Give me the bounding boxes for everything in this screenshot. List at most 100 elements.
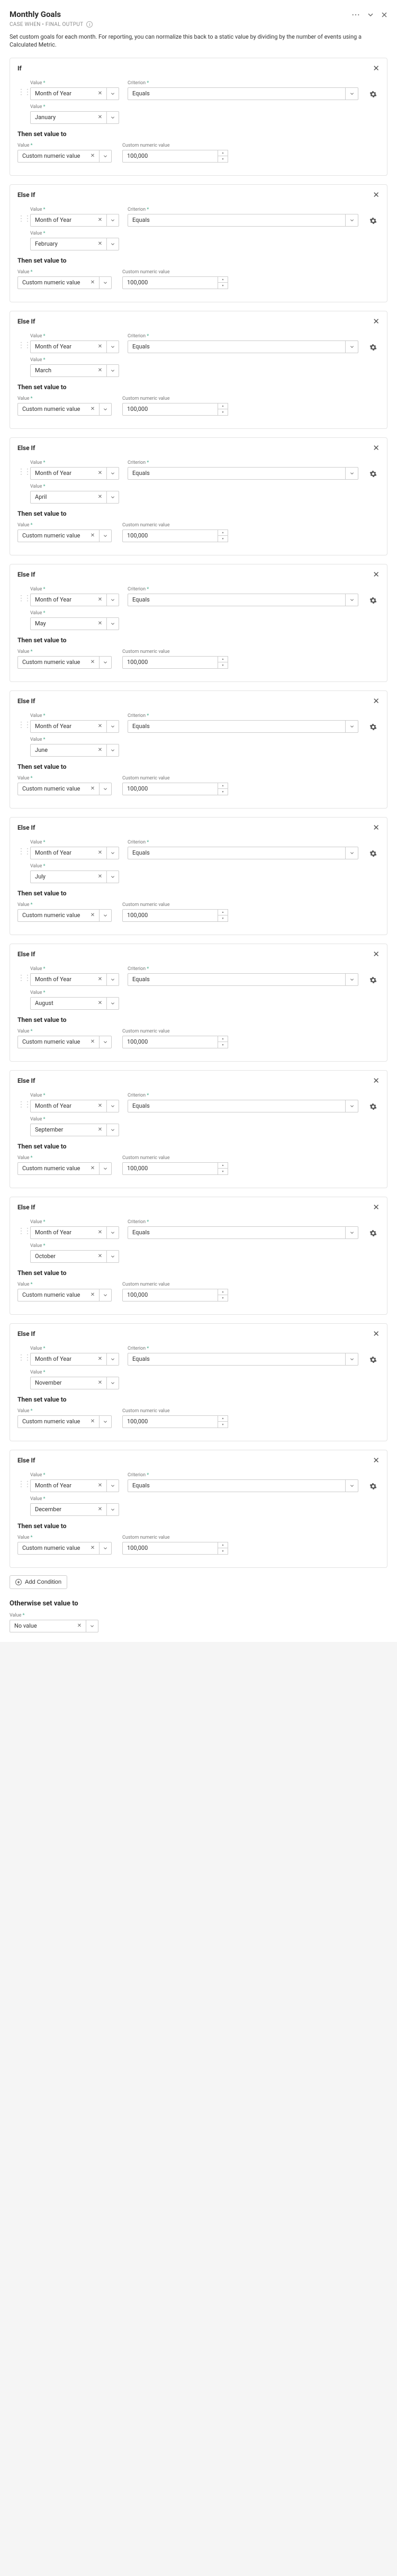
info-icon[interactable]: i [86,21,93,28]
chevron-down-icon[interactable] [106,1226,119,1239]
chevron-down-icon[interactable] [346,973,358,986]
clear-icon[interactable]: ✕ [94,111,106,124]
value-field-input[interactable]: Month of Year ✕ [30,1226,119,1239]
chevron-down-icon[interactable] [367,12,374,18]
gear-icon[interactable] [367,721,380,733]
clear-icon[interactable]: ✕ [86,1162,99,1175]
chevron-down-icon[interactable] [106,744,119,757]
value-field-input[interactable]: Month of Year ✕ [30,1479,119,1492]
clear-icon[interactable]: ✕ [94,1503,106,1516]
criterion-select[interactable]: Equals [128,340,358,353]
clear-icon[interactable]: ✕ [86,150,99,163]
gear-icon[interactable] [367,594,380,607]
drag-handle-icon[interactable]: ⋮⋮ [17,974,22,982]
stepper-down-icon[interactable]: ▼ [218,409,228,415]
numeric-value-input[interactable]: 100,000 ▲ ▼ [122,276,228,289]
criterion-select[interactable]: Equals [128,1353,358,1366]
chevron-down-icon[interactable] [106,870,119,883]
chevron-down-icon[interactable] [106,238,119,250]
gear-icon[interactable] [367,847,380,860]
clear-icon[interactable]: ✕ [94,1226,106,1239]
chevron-down-icon[interactable] [106,1353,119,1366]
chevron-down-icon[interactable] [106,491,119,504]
close-icon[interactable] [381,12,387,18]
chevron-down-icon[interactable] [346,1100,358,1112]
drag-handle-icon[interactable]: ⋮⋮ [17,88,22,96]
clear-icon[interactable]: ✕ [94,364,106,377]
stepper-up-icon[interactable]: ▲ [218,1163,228,1169]
criterion-select[interactable]: Equals [128,847,358,859]
value-field-input[interactable]: Month of Year ✕ [30,1353,119,1366]
remove-condition-button[interactable]: ✕ [373,443,380,453]
value-month-input[interactable]: January ✕ [30,111,119,124]
add-condition-button[interactable]: + Add Condition [10,1575,67,1589]
value-month-input[interactable]: August ✕ [30,997,119,1010]
stepper-up-icon[interactable]: ▲ [218,1416,228,1422]
value-field-input[interactable]: Month of Year ✕ [30,1100,119,1112]
drag-handle-icon[interactable]: ⋮⋮ [17,847,22,856]
criterion-select[interactable]: Equals [128,1479,358,1492]
value-month-input[interactable]: November ✕ [30,1377,119,1389]
stepper-down-icon[interactable]: ▼ [218,1042,228,1048]
clear-icon[interactable]: ✕ [94,744,106,757]
gear-icon[interactable] [367,1100,380,1113]
stepper-up-icon[interactable]: ▲ [218,530,228,536]
drag-handle-icon[interactable]: ⋮⋮ [17,214,22,223]
stepper-down-icon[interactable]: ▼ [218,156,228,162]
chevron-down-icon[interactable] [106,87,119,100]
gear-icon[interactable] [367,468,380,480]
numeric-value-input[interactable]: 100,000 ▲ ▼ [122,1542,228,1555]
chevron-down-icon[interactable] [99,276,112,289]
numeric-value-input[interactable]: 100,000 ▲ ▼ [122,1415,228,1428]
remove-condition-button[interactable]: ✕ [373,823,380,832]
chevron-down-icon[interactable] [346,87,358,100]
chevron-down-icon[interactable] [106,214,119,227]
chevron-down-icon[interactable] [106,467,119,480]
chevron-down-icon[interactable] [346,720,358,733]
chevron-down-icon[interactable] [106,1250,119,1263]
more-icon[interactable]: ⋯ [351,10,360,20]
clear-icon[interactable]: ✕ [94,214,106,227]
chevron-down-icon[interactable] [99,783,112,795]
chevron-down-icon[interactable] [99,1289,112,1302]
chevron-down-icon[interactable] [106,340,119,353]
stepper-down-icon[interactable]: ▼ [218,1548,228,1554]
clear-icon[interactable]: ✕ [94,617,106,630]
remove-condition-button[interactable]: ✕ [373,317,380,326]
numeric-value-input[interactable]: 100,000 ▲ ▼ [122,1036,228,1048]
remove-condition-button[interactable]: ✕ [373,1202,380,1212]
chevron-down-icon[interactable] [99,529,112,542]
otherwise-value-input[interactable]: No value ✕ [10,1620,98,1632]
drag-handle-icon[interactable]: ⋮⋮ [17,1227,22,1235]
clear-icon[interactable]: ✕ [86,1542,99,1555]
clear-icon[interactable]: ✕ [86,1036,99,1048]
value-month-input[interactable]: March ✕ [30,364,119,377]
chevron-down-icon[interactable] [99,1542,112,1555]
clear-icon[interactable]: ✕ [86,909,99,922]
clear-icon[interactable]: ✕ [94,1250,106,1263]
value-field-input[interactable]: Month of Year ✕ [30,214,119,227]
clear-icon[interactable]: ✕ [94,1479,106,1492]
gear-icon[interactable] [367,214,380,227]
drag-handle-icon[interactable]: ⋮⋮ [17,1100,22,1109]
chevron-down-icon[interactable] [106,364,119,377]
remove-condition-button[interactable]: ✕ [373,570,380,579]
clear-icon[interactable]: ✕ [86,276,99,289]
gear-icon[interactable] [367,88,380,101]
drag-handle-icon[interactable]: ⋮⋮ [17,341,22,349]
clear-icon[interactable]: ✕ [94,238,106,250]
chevron-down-icon[interactable] [346,467,358,480]
stepper-down-icon[interactable]: ▼ [218,662,228,668]
chevron-down-icon[interactable] [106,111,119,124]
remove-condition-button[interactable]: ✕ [373,696,380,706]
value-field-input[interactable]: Month of Year ✕ [30,87,119,100]
drag-handle-icon[interactable]: ⋮⋮ [17,594,22,603]
value-month-input[interactable]: July ✕ [30,870,119,883]
chevron-down-icon[interactable] [99,150,112,163]
then-value-type-input[interactable]: Custom numeric value ✕ [17,783,112,795]
value-month-input[interactable]: April ✕ [30,491,119,504]
chevron-down-icon[interactable] [106,1124,119,1136]
stepper-up-icon[interactable]: ▲ [218,150,228,157]
chevron-down-icon[interactable] [99,1415,112,1428]
then-value-type-input[interactable]: Custom numeric value ✕ [17,656,112,669]
